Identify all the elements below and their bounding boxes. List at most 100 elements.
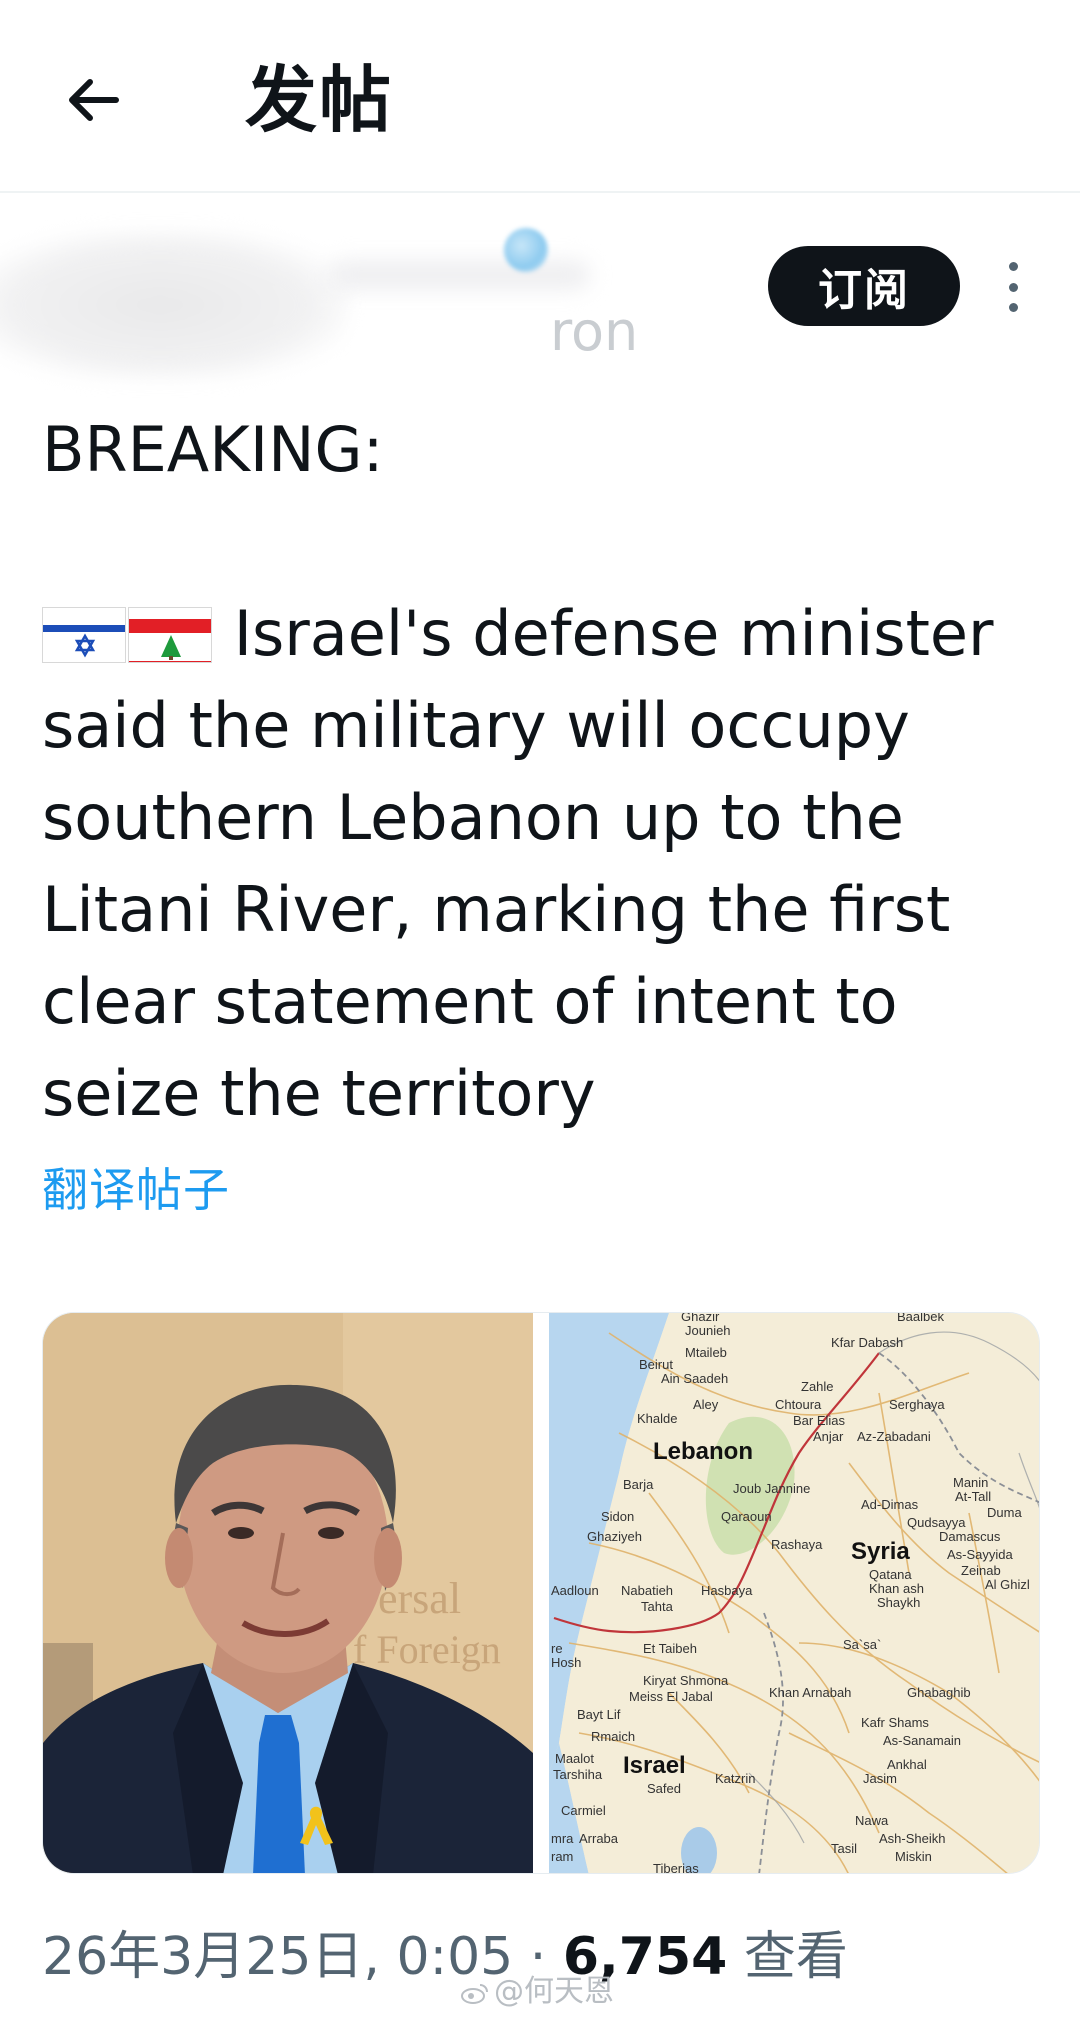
- more-options-button[interactable]: [998, 252, 1028, 322]
- map-label: Nabatieh: [621, 1583, 673, 1598]
- map-label: Hasbaya: [701, 1583, 753, 1598]
- map-label: Qaraoun: [721, 1509, 772, 1524]
- map-label: Qudsayya: [907, 1515, 966, 1530]
- map-label: Az-Zabadani: [857, 1429, 931, 1444]
- map-label: Et Taibeh: [643, 1641, 697, 1656]
- israel-flag-icon: [42, 607, 126, 663]
- map-label: Maalot: [555, 1751, 594, 1766]
- map-label: Zahle: [801, 1379, 834, 1394]
- map-label: Sidon: [601, 1509, 634, 1524]
- map-label: Safed: [647, 1781, 681, 1796]
- map-label: Anjar: [813, 1429, 844, 1444]
- post-line-with-flags: Israel's defense minister: [42, 588, 1042, 680]
- map-label: As-Sayyida: [947, 1547, 1014, 1562]
- map-label: Tiberias: [653, 1861, 699, 1874]
- verified-badge-icon: [504, 228, 548, 272]
- post-line: clear statement of intent to: [42, 965, 898, 1038]
- more-vertical-icon: [1008, 303, 1018, 312]
- map-label: Qatana: [869, 1567, 912, 1582]
- map-label: Aley: [693, 1397, 719, 1412]
- map-label: Kiryat Shmona: [643, 1673, 729, 1688]
- map-label: Ad-Dimas: [861, 1497, 919, 1512]
- post-line: [42, 496, 1042, 588]
- back-button[interactable]: [52, 58, 136, 142]
- weibo-icon: [461, 1984, 488, 2004]
- map-country-label: Lebanon: [653, 1438, 753, 1465]
- map-country-label: Israel: [623, 1752, 686, 1779]
- post-line-text: Israel's defense minister: [233, 597, 994, 670]
- map-label: Nawa: [855, 1813, 889, 1828]
- translate-post-link[interactable]: 翻译帖子: [42, 1158, 230, 1222]
- map-label: Tahta: [641, 1599, 674, 1614]
- map-label: At-Tall: [955, 1489, 991, 1504]
- map-label: Kafr Shams: [861, 1715, 929, 1730]
- map-label: Arraba: [579, 1831, 619, 1846]
- map-label: Damascus: [939, 1529, 1001, 1544]
- map-label: ram: [551, 1849, 573, 1864]
- map-illustration: Ghazir Baalbek Jounieh Kfar Dabash Mtail…: [549, 1313, 1039, 1874]
- map-label: Zeinab: [961, 1563, 1001, 1578]
- map-label: Rashaya: [771, 1537, 823, 1552]
- views-label: 查看: [727, 1927, 848, 1987]
- page-title: 发帖: [245, 58, 394, 142]
- map-country-label: Syria: [851, 1538, 910, 1565]
- map-label: Khan Arnabah: [769, 1685, 851, 1700]
- map-label: Chtoura: [775, 1397, 822, 1412]
- map-label: Tasil: [831, 1841, 857, 1856]
- subscribe-button[interactable]: 订阅: [768, 246, 960, 326]
- map-label: Al Ghizl: [985, 1577, 1030, 1592]
- map-label: Khan ash: [869, 1581, 924, 1596]
- post-line: seize the territory: [42, 1057, 596, 1130]
- post-line: said the military will occupy: [42, 689, 910, 762]
- map-label: Katzrin: [715, 1771, 755, 1786]
- map-label: Bar Elias: [793, 1413, 846, 1428]
- map-label: Carmiel: [561, 1803, 606, 1818]
- post-meta: 26年3月25日, 0:05 · 6,754 查看: [42, 1922, 848, 1992]
- map-label: Bayt Lif: [577, 1707, 621, 1722]
- map-label: Meiss El Jabal: [629, 1689, 713, 1704]
- map-label: Sa`sa`: [843, 1637, 881, 1652]
- map-label: Rmaich: [591, 1729, 635, 1744]
- wall-sign-text: f Foreign: [353, 1627, 501, 1672]
- map-label: Hosh: [551, 1655, 581, 1670]
- map-label: As-Sanamain: [883, 1733, 961, 1748]
- map-label: Tarshiha: [553, 1767, 603, 1782]
- map-label: Serghaya: [889, 1397, 945, 1412]
- map-label: re: [551, 1641, 563, 1656]
- map-label: Ash-Sheikh: [879, 1831, 945, 1846]
- post-line: southern Lebanon up to the: [42, 781, 904, 854]
- post-body: BREAKING: Israel's defense minister said…: [42, 404, 1042, 1140]
- lebanon-flag-icon: [128, 607, 212, 663]
- map-label: Ain Saadeh: [661, 1371, 728, 1386]
- map-label: Beirut: [639, 1357, 673, 1372]
- more-vertical-icon: [1008, 282, 1018, 292]
- map-label: Jounieh: [685, 1323, 731, 1338]
- post-line: Litani River, marking the first: [42, 873, 951, 946]
- map-label: Khalde: [637, 1411, 677, 1426]
- post-line: BREAKING:: [42, 413, 384, 486]
- map-label: mra: [551, 1831, 574, 1846]
- map-label: Ankhal: [887, 1757, 927, 1772]
- map-label: Jasim: [863, 1771, 897, 1786]
- display-name-blurred[interactable]: [330, 260, 590, 290]
- user-handle[interactable]: ron: [550, 300, 638, 364]
- region-map[interactable]: Ghazir Baalbek Jounieh Kfar Dabash Mtail…: [549, 1313, 1039, 1874]
- map-label: Shaykh: [877, 1595, 920, 1610]
- map-label: Duma: [987, 1505, 1022, 1520]
- map-label: Manin: [953, 1475, 988, 1490]
- map-label: Ghabaghib: [907, 1685, 971, 1700]
- map-label: Baalbek: [897, 1313, 944, 1324]
- watermark-text: @何天恩: [494, 1974, 614, 2009]
- person-illustration: ersal f Foreign: [43, 1313, 533, 1873]
- watermark: @何天恩: [460, 1972, 614, 2012]
- more-vertical-icon: [1008, 262, 1018, 271]
- top-bar: 发帖: [0, 0, 1080, 193]
- map-label: Barja: [623, 1477, 654, 1492]
- map-label: Ghaziyeh: [587, 1529, 642, 1544]
- media-grid: ersal f Foreign Ghazir Baalbek Jounieh K…: [42, 1312, 1040, 1874]
- person-photo[interactable]: ersal f Foreign: [43, 1313, 533, 1873]
- arrow-left-icon: [69, 79, 119, 121]
- map-label: Mtaileb: [685, 1345, 727, 1360]
- avatar[interactable]: [0, 230, 350, 380]
- map-label: Kfar Dabash: [831, 1335, 903, 1350]
